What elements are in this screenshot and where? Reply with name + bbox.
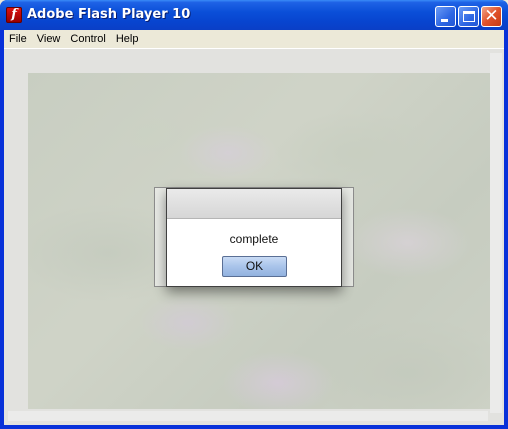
minimize-button[interactable] — [435, 6, 456, 27]
menu-file[interactable]: File — [4, 30, 32, 49]
menu-view[interactable]: View — [32, 30, 66, 49]
window-title: Adobe Flash Player 10 — [27, 7, 191, 22]
flash-icon: f — [6, 7, 22, 23]
vertical-scrollbar[interactable] — [490, 53, 502, 413]
minimize-icon — [441, 19, 448, 22]
dialog-header[interactable] — [167, 189, 341, 219]
menu-help[interactable]: Help — [111, 30, 144, 49]
alert-dialog: complete OK — [166, 188, 342, 287]
close-button[interactable]: ✕ — [481, 6, 502, 27]
menu-control[interactable]: Control — [65, 30, 110, 49]
close-icon: ✕ — [484, 6, 499, 26]
maximize-button[interactable] — [458, 6, 479, 27]
menu-bar: File View Control Help — [4, 30, 504, 49]
title-bar[interactable]: f Adobe Flash Player 10 ✕ — [0, 0, 508, 30]
ok-button[interactable]: OK — [222, 256, 287, 277]
horizontal-scrollbar[interactable] — [8, 411, 488, 421]
dialog-message: complete — [229, 232, 279, 246]
maximize-icon — [463, 11, 475, 22]
